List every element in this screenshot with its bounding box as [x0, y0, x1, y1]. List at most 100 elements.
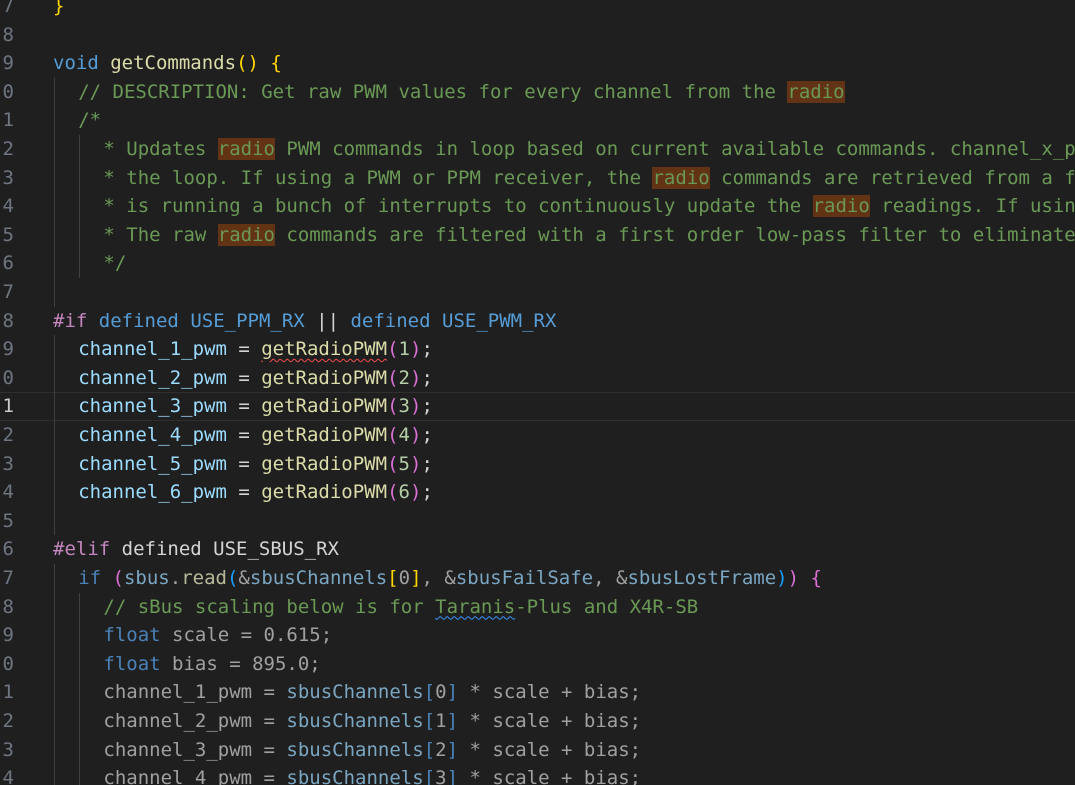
code-editor[interactable]: 7} 8 9 void getCommands() {0// DESCRIPTION:… [0, 0, 1075, 785]
code-line[interactable]: 9 channel_1_pwm = getRadioPWM(1); [0, 335, 1075, 364]
code-line[interactable]: 1 channel_1_pwm = sbusChannels[0] * scale… [0, 678, 1075, 707]
indent-guide [54, 764, 55, 785]
code-token: ] [410, 567, 422, 589]
code-line[interactable]: 3 * the loop. If using a PWM or PPM recei… [0, 163, 1075, 193]
code-token: 0 [398, 567, 411, 589]
indent-guide [54, 278, 55, 307]
code-token: = [226, 481, 262, 504]
code-line[interactable]: 1 /* [0, 106, 1075, 135]
code-token: = [226, 366, 262, 389]
code-text: channel_4_pwm = getRadioPWM(4); [78, 421, 433, 450]
code-line[interactable]: 4 channel_6_pwm = getRadioPWM(6); [0, 478, 1075, 507]
code-token: channel_6_pwm [78, 481, 227, 504]
code-line[interactable]: 5 * The raw radio commands are filtered w… [0, 220, 1075, 250]
code-token: 6 [398, 481, 410, 504]
line-number: 4 [2, 481, 14, 504]
line-number: 2 [2, 710, 14, 732]
code-line[interactable]: 6 */ [0, 249, 1075, 278]
indent-guide [54, 564, 55, 593]
code-token: 3 [435, 767, 447, 785]
code-token: ( [387, 395, 399, 418]
code-token: * scale + bias; [458, 681, 642, 704]
line-number: 1 [2, 109, 14, 132]
code-line[interactable]: 4 channel_4_pwm = sbusChannels[3] * scale… [0, 764, 1075, 785]
code-token: ( [387, 338, 399, 361]
code-line[interactable]: 1 channel_3_pwm = getRadioPWM(3); [0, 392, 1075, 421]
code-line[interactable]: 7 [0, 278, 1075, 307]
code-line[interactable]: 9 float scale = 0.615; [0, 621, 1075, 650]
code-token: 5 [398, 452, 410, 475]
code-token: float [103, 624, 161, 647]
line-number: 1 [2, 395, 14, 418]
code-token: Taranis [435, 595, 516, 618]
code-token: [ [423, 681, 436, 704]
line-number: 5 [2, 509, 14, 532]
code-text: channel_1_pwm = getRadioPWM(1); [78, 335, 433, 364]
code-token: ; [421, 452, 433, 475]
indent-guide [79, 592, 81, 622]
search-match: radio [217, 223, 275, 246]
code-token: ; [421, 395, 433, 418]
code-token: defined [98, 309, 179, 332]
code-text: * the loop. If using a PWM or PPM receiv… [103, 164, 1075, 193]
code-line[interactable]: 2 * Updates radio PWM commands in loop ba… [0, 135, 1075, 164]
code-token: ] [446, 738, 459, 761]
code-token: getRadioPWM [261, 424, 388, 446]
code-token: scale = 0.615; [160, 624, 333, 647]
indent-guide [54, 621, 55, 650]
line-number: 7 [2, 567, 14, 589]
code-line[interactable]: 9 void getCommands() { [0, 49, 1075, 78]
code-line[interactable]: 2 channel_2_pwm = sbusChannels[1] * scale… [0, 707, 1075, 736]
indent-guide [79, 649, 81, 679]
line-number: 0 [2, 80, 14, 103]
code-token: ) [787, 567, 800, 589]
line-number: 0 [2, 652, 14, 675]
code-token: * is running a bunch of interrupts to co… [103, 195, 813, 218]
code-text: // sBus scaling below is for Taranis-Plu… [103, 593, 698, 622]
code-line[interactable]: 8 [0, 21, 1075, 50]
code-line[interactable]: 8 // sBus scaling below is for Taranis-Pl… [0, 592, 1075, 622]
code-text: if (sbus.read(&sbusChannels[0], &sbusFai… [78, 564, 822, 593]
indent-guide [79, 220, 81, 250]
code-line[interactable]: 3 channel_3_pwm = sbusChannels[2] * scale… [0, 735, 1075, 765]
code-line[interactable]: 7} [0, 0, 1075, 21]
code-text: * is running a bunch of interrupts to co… [103, 192, 1075, 221]
code-line[interactable]: 5 [0, 506, 1075, 536]
line-number: 6 [2, 538, 14, 561]
search-match: radio [787, 80, 845, 103]
code-token: if [78, 567, 102, 589]
code-token: ) [409, 338, 422, 361]
code-token: [ [423, 738, 436, 761]
line-number: 9 [2, 624, 14, 647]
code-token: ( [112, 567, 124, 589]
code-token: getRadioPWM [261, 366, 388, 389]
code-line[interactable]: 4 * is running a bunch of interrupts to c… [0, 192, 1075, 221]
code-token: commands are retrieved from a function i… [721, 166, 1075, 189]
code-token: ) [409, 424, 422, 446]
code-line[interactable]: 0 float bias = 895.0; [0, 649, 1075, 679]
code-token: [ [423, 710, 436, 732]
line-number: 3 [2, 166, 14, 189]
code-token: read [181, 567, 227, 589]
code-line[interactable]: 2 channel_4_pwm = getRadioPWM(4); [0, 421, 1075, 450]
indent-guide [79, 135, 81, 164]
code-token: commands are filtered with a first order… [286, 223, 1075, 246]
code-line[interactable]: 3 channel_5_pwm = getRadioPWM(5); [0, 449, 1075, 479]
line-number: 1 [2, 681, 14, 704]
code-token: ] [446, 710, 459, 732]
code-token: ) [776, 567, 788, 589]
code-token: * Updates [103, 138, 218, 160]
code-line[interactable]: 8 #if defined USE_PPM_RX || defined USE_P… [0, 307, 1075, 336]
code-token: 0 [435, 681, 447, 704]
code-line[interactable]: 6 #elif defined USE_SBUS_RX [0, 535, 1075, 564]
code-text: /* [78, 106, 101, 135]
code-line[interactable]: 0 channel_2_pwm = getRadioPWM(2); [0, 363, 1075, 393]
indent-guide [54, 363, 55, 393]
code-line[interactable]: 7 if (sbus.read(&sbusChannels[0], &sbusFa… [0, 564, 1075, 593]
code-token: 2 [398, 366, 410, 389]
code-token: getRadioPWM [261, 452, 388, 475]
code-line[interactable]: 0 // DESCRIPTION: Get raw PWM values for … [0, 77, 1075, 107]
